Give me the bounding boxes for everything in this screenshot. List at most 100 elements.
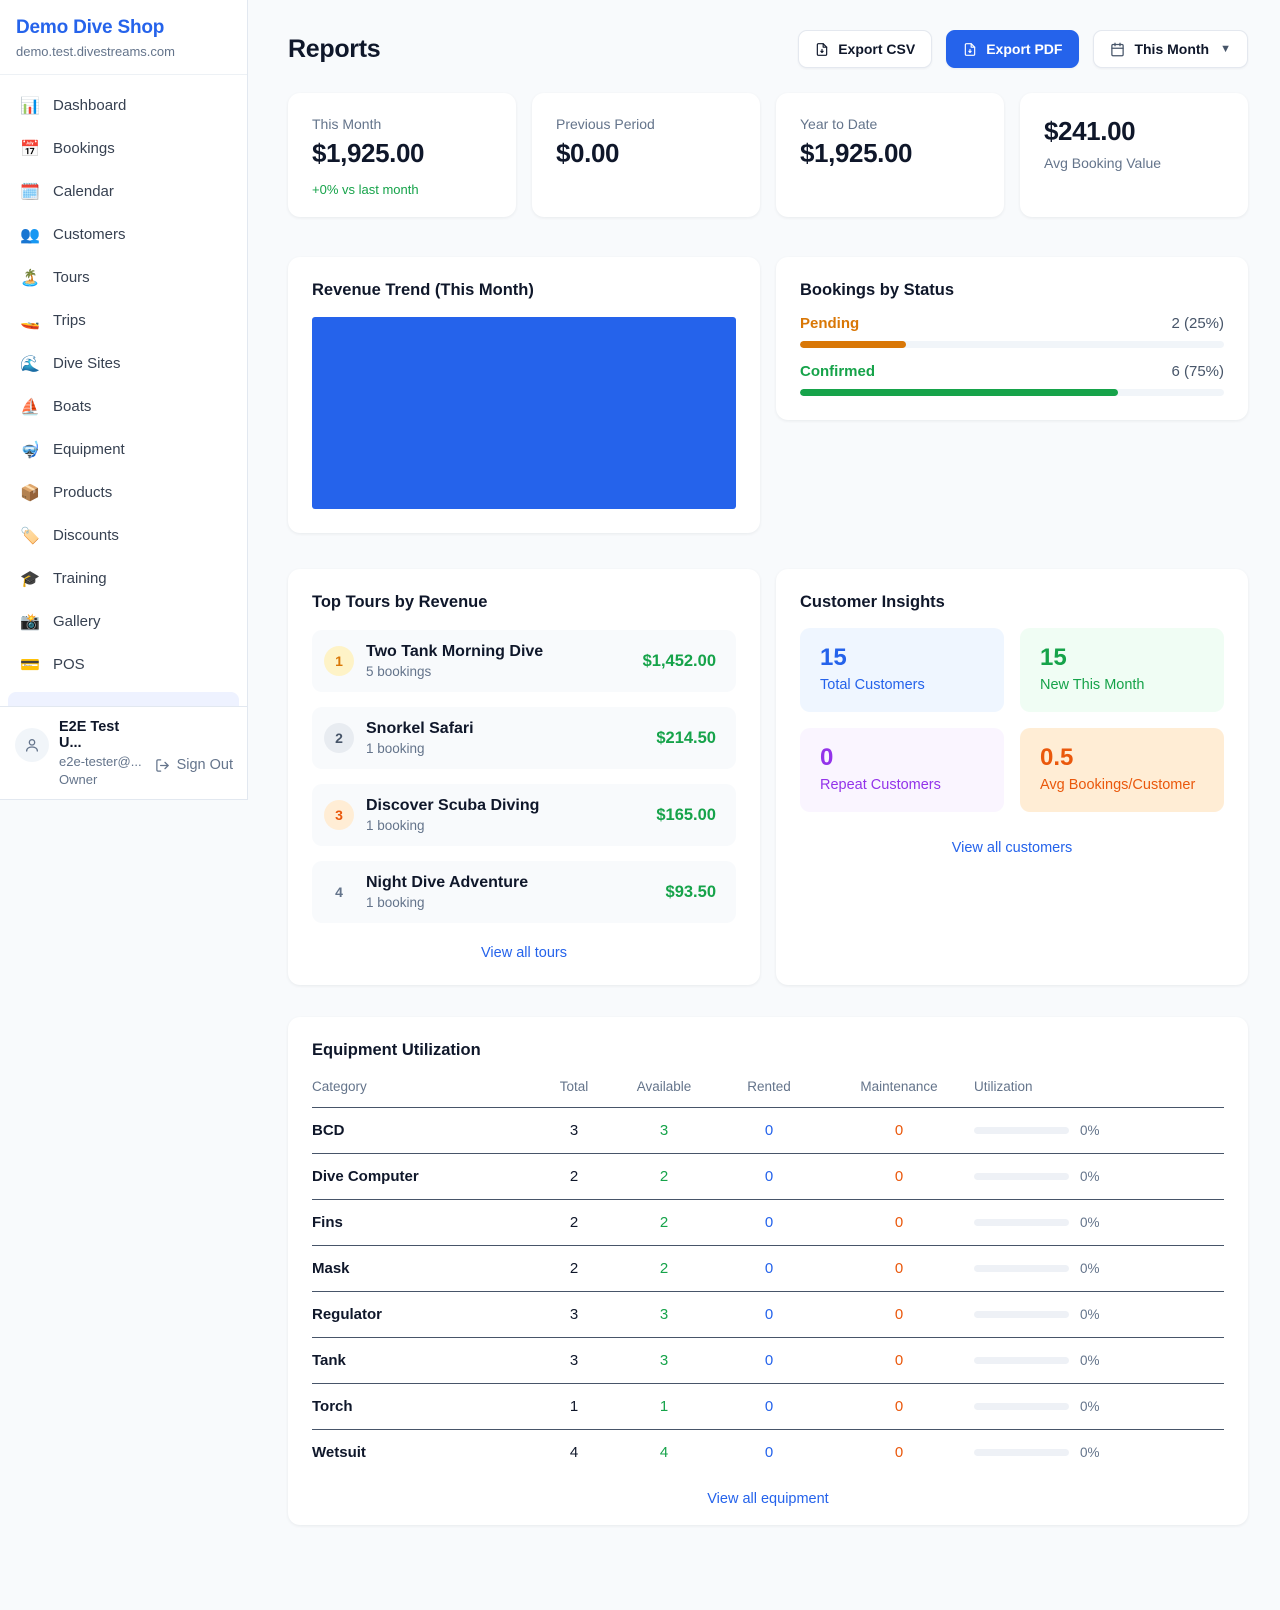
sidebar-nav: 📊 Dashboard 📅 Bookings 🗓️ Calendar 👥 Cus… [0,75,247,706]
status-row-confirmed: Confirmed 6 (75%) [800,363,1224,396]
calendar-icon [1110,42,1125,57]
customer-insights-panel: Customer Insights 15 Total Customers 15 … [776,569,1248,985]
table-row: Regulator 3 3 0 0 0% [312,1292,1224,1338]
sailboat-emoji-icon: ⛵ [20,397,40,417]
logout-icon [155,758,170,773]
stat-card-avg-booking-value: $241.00 Avg Booking Value [1020,93,1248,217]
sidebar-item-discounts[interactable]: 🏷️ Discounts [8,514,239,557]
spiral-calendar-emoji-icon: 🗓️ [20,182,40,202]
sidebar-item-trips[interactable]: 🚤 Trips [8,299,239,342]
calendar-emoji-icon: 📅 [20,139,40,159]
tour-row: 3 Discover Scuba Diving 1 booking $165.0… [312,784,736,846]
stat-card-year-to-date: Year to Date $1,925.00 [776,93,1004,217]
rank-badge: 4 [324,877,354,907]
page-header: Reports Export CSV Export PDF This Month… [288,30,1248,68]
tour-row: 1 Two Tank Morning Dive 5 bookings $1,45… [312,630,736,692]
person-icon [24,737,40,753]
sidebar-header: Demo Dive Shop demo.test.divestreams.com [0,0,247,75]
table-body: BCD 3 3 0 0 0% Dive Computer 2 2 0 0 0% … [312,1108,1224,1475]
tour-revenue: $214.50 [656,729,716,748]
top-tours-panel: Top Tours by Revenue 1 Two Tank Morning … [288,569,760,985]
tile-new-this-month: 15 New This Month [1020,628,1224,712]
tour-revenue: $1,452.00 [643,652,716,671]
table-row: Mask 2 2 0 0 0% [312,1246,1224,1292]
utilization-bar [974,1403,1069,1410]
tile-repeat-customers: 0 Repeat Customers [800,728,1004,812]
revenue-trend-bar [312,317,736,509]
sidebar-item-customers[interactable]: 👥 Customers [8,213,239,256]
tour-revenue: $165.00 [656,806,716,825]
user-role: Owner [59,772,145,787]
island-emoji-icon: 🏝️ [20,268,40,288]
status-count: 2 (25%) [1171,315,1224,332]
user-name: E2E Test U... [59,719,145,751]
status-label: Pending [800,315,859,332]
sidebar-item-training[interactable]: 🎓 Training [8,557,239,600]
view-all-tours-link[interactable]: View all tours [312,945,736,961]
tile-avg-bookings-customer: 0.5 Avg Bookings/Customer [1020,728,1224,812]
utilization-bar [974,1219,1069,1226]
sidebar: Demo Dive Shop demo.test.divestreams.com… [0,0,248,800]
rank-badge: 1 [324,646,354,676]
table-row: Fins 2 2 0 0 0% [312,1200,1224,1246]
table-row: Torch 1 1 0 0 0% [312,1384,1224,1430]
status-row-pending: Pending 2 (25%) [800,315,1224,348]
sidebar-item-bookings[interactable]: 📅 Bookings [8,127,239,170]
revenue-trend-panel: Revenue Trend (This Month) [288,257,760,533]
progress-fill [800,341,906,348]
rank-badge: 2 [324,723,354,753]
people-emoji-icon: 👥 [20,225,40,245]
sidebar-item-tours[interactable]: 🏝️ Tours [8,256,239,299]
diving-mask-emoji-icon: 🤿 [20,440,40,460]
sidebar-item-dive-sites[interactable]: 🌊 Dive Sites [8,342,239,385]
shop-name: Demo Dive Shop [16,17,231,39]
sidebar-item-products[interactable]: 📦 Products [8,471,239,514]
wave-emoji-icon: 🌊 [20,354,40,374]
charts-row: Revenue Trend (This Month) Bookings by S… [288,257,1248,533]
progress-track [800,341,1224,348]
sidebar-item-boats[interactable]: ⛵ Boats [8,385,239,428]
rank-badge: 3 [324,800,354,830]
bookings-by-status-title: Bookings by Status [800,281,1224,300]
avatar [15,728,49,762]
user-email: e2e-tester@... [59,754,145,769]
graduation-cap-emoji-icon: 🎓 [20,569,40,589]
sidebar-item-reports-partial[interactable] [8,692,239,706]
period-dropdown[interactable]: This Month ▼ [1093,30,1248,68]
export-pdf-button[interactable]: Export PDF [946,30,1079,68]
table-row: Wetsuit 4 4 0 0 0% [312,1430,1224,1475]
status-label: Confirmed [800,363,875,380]
table-row: Dive Computer 2 2 0 0 0% [312,1154,1224,1200]
view-all-customers-link[interactable]: View all customers [800,840,1224,856]
header-actions: Export CSV Export PDF This Month ▼ [798,30,1248,68]
customer-insight-tiles: 15 Total Customers 15 New This Month 0 R… [800,628,1224,812]
customer-insights-title: Customer Insights [800,593,1224,612]
page-title: Reports [288,35,380,64]
equipment-utilization-title: Equipment Utilization [312,1041,1224,1060]
tile-total-customers: 15 Total Customers [800,628,1004,712]
status-count: 6 (75%) [1171,363,1224,380]
tour-row: 2 Snorkel Safari 1 booking $214.50 [312,707,736,769]
utilization-bar [974,1449,1069,1456]
sidebar-item-calendar[interactable]: 🗓️ Calendar [8,170,239,213]
sidebar-item-gallery[interactable]: 📸 Gallery [8,600,239,643]
shop-domain: demo.test.divestreams.com [16,44,231,59]
utilization-bar [974,1173,1069,1180]
user-meta: E2E Test U... e2e-tester@... Owner [59,719,145,787]
file-icon [963,42,977,57]
equipment-utilization-panel: Equipment Utilization Category Total Ava… [288,1017,1248,1525]
camera-emoji-icon: 📸 [20,612,40,632]
progress-fill [800,389,1118,396]
sidebar-item-pos[interactable]: 💳 POS [8,643,239,686]
export-csv-button[interactable]: Export CSV [798,30,932,68]
sign-out-button[interactable]: Sign Out [155,743,233,787]
utilization-bar [974,1265,1069,1272]
bookings-by-status-panel: Bookings by Status Pending 2 (25%) Confi… [776,257,1248,420]
sidebar-item-equipment[interactable]: 🤿 Equipment [8,428,239,471]
main-content: Reports Export CSV Export PDF This Month… [248,0,1280,1525]
stat-delta: +0% vs last month [312,182,492,197]
sidebar-item-dashboard[interactable]: 📊 Dashboard [8,84,239,127]
view-all-equipment-link[interactable]: View all equipment [312,1491,1224,1507]
stat-cards: This Month $1,925.00 +0% vs last month P… [288,93,1248,217]
file-icon [815,42,829,57]
